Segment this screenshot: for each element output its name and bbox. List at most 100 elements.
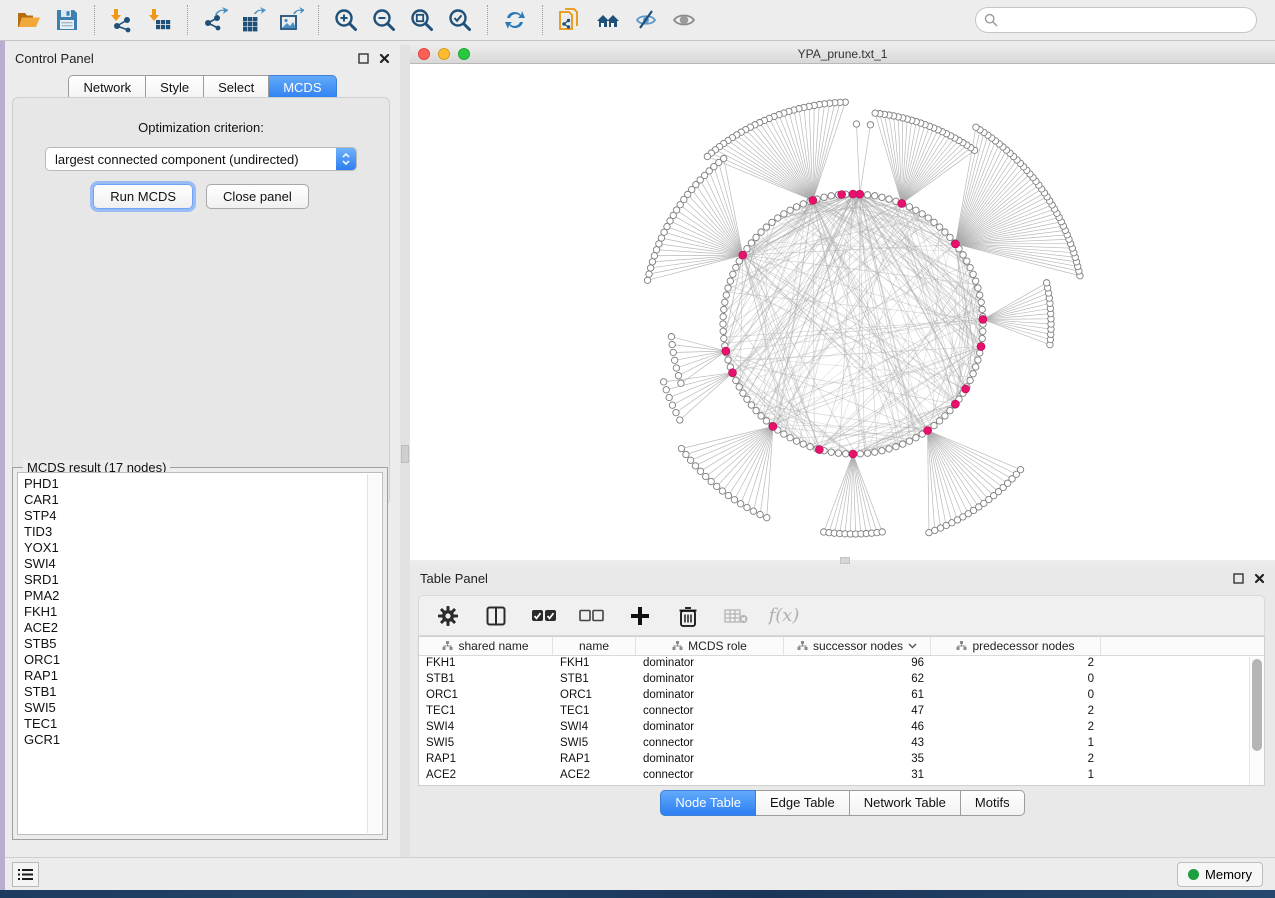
select-stepper-icon bbox=[336, 148, 356, 170]
mcds-result-list[interactable]: PHD1CAR1STP4TID3YOX1SWI4SRD1PMA2FKH1ACE2… bbox=[17, 472, 383, 835]
table-cell: connector bbox=[636, 784, 784, 786]
share-document-button[interactable] bbox=[551, 3, 589, 37]
toolbar-separator bbox=[542, 5, 543, 35]
toolbar-separator bbox=[318, 5, 319, 35]
save-session-button[interactable] bbox=[48, 3, 86, 37]
table-row[interactable]: SWI5SWI5connector431 bbox=[419, 736, 1264, 752]
delete-table-button[interactable] bbox=[721, 601, 751, 631]
column-header-predecessor-nodes[interactable]: predecessor nodes bbox=[931, 637, 1101, 655]
export-image-button[interactable] bbox=[272, 3, 310, 37]
minimize-window-button[interactable] bbox=[438, 48, 450, 60]
search-input[interactable] bbox=[975, 7, 1257, 33]
mcds-result-item[interactable]: STB1 bbox=[24, 684, 382, 700]
splitter-grip[interactable] bbox=[840, 557, 850, 564]
tab-motifs[interactable]: Motifs bbox=[961, 790, 1025, 816]
hide-graphics-details-button[interactable] bbox=[627, 3, 665, 37]
result-scrollbar[interactable] bbox=[367, 474, 381, 833]
home-networks-button[interactable] bbox=[589, 3, 627, 37]
tab-edge-table[interactable]: Edge Table bbox=[756, 790, 850, 816]
mcds-result-item[interactable]: PHD1 bbox=[24, 476, 382, 492]
mcds-result-item[interactable]: STB5 bbox=[24, 636, 382, 652]
close-panel-icon[interactable] bbox=[1254, 573, 1265, 584]
zoom-selected-button[interactable] bbox=[441, 3, 479, 37]
task-history-button[interactable] bbox=[12, 862, 39, 887]
vertical-splitter[interactable] bbox=[400, 45, 410, 858]
table-cell: 2 bbox=[931, 720, 1101, 736]
mcds-result-item[interactable]: RAP1 bbox=[24, 668, 382, 684]
status-bar: Memory bbox=[0, 857, 1275, 890]
tab-node-table[interactable]: Node Table bbox=[660, 790, 756, 816]
mcds-result-item[interactable]: TID3 bbox=[24, 524, 382, 540]
table-row[interactable]: FKH1FKH1dominator962 bbox=[419, 656, 1264, 672]
table-row[interactable]: STB1STB1dominator620 bbox=[419, 672, 1264, 688]
table-panel-title: Table Panel bbox=[420, 571, 488, 586]
import-network-button[interactable] bbox=[103, 3, 141, 37]
mcds-result-item[interactable]: GCR1 bbox=[24, 732, 382, 748]
plus-icon bbox=[630, 606, 650, 626]
column-header-successor-nodes[interactable]: successor nodes bbox=[784, 637, 931, 655]
float-panel-icon[interactable] bbox=[1233, 573, 1244, 584]
main-toolbar bbox=[0, 0, 1275, 41]
network-titlebar[interactable]: YPA_prune.txt_1 bbox=[410, 45, 1275, 64]
export-image-icon bbox=[278, 7, 304, 33]
apply-function-button[interactable]: f(x) bbox=[769, 601, 799, 631]
mcds-result-item[interactable]: YOX1 bbox=[24, 540, 382, 556]
table-cell: 1 bbox=[931, 736, 1101, 752]
delete-column-button[interactable] bbox=[673, 601, 703, 631]
table-row[interactable]: ACE2ACE2connector311 bbox=[419, 768, 1264, 784]
toolbar-separator bbox=[94, 5, 95, 35]
export-table-button[interactable] bbox=[234, 3, 272, 37]
run-mcds-button[interactable]: Run MCDS bbox=[93, 184, 193, 209]
refresh-button[interactable] bbox=[496, 3, 534, 37]
table-row[interactable]: SWI4SWI4dominator462 bbox=[419, 720, 1264, 736]
hide-details-icon bbox=[633, 7, 659, 33]
column-header-mcds-role[interactable]: MCDS role bbox=[636, 637, 784, 655]
mcds-result-item[interactable]: SRD1 bbox=[24, 572, 382, 588]
table-row[interactable]: ORC1ORC1dominator610 bbox=[419, 688, 1264, 704]
split-view-button[interactable] bbox=[481, 601, 511, 631]
mcds-result-item[interactable]: CAR1 bbox=[24, 492, 382, 508]
column-header-shared-name[interactable]: shared name bbox=[419, 637, 553, 655]
table-row[interactable]: YOX1YOX1connector291 bbox=[419, 784, 1264, 786]
close-panel-icon[interactable] bbox=[379, 53, 390, 64]
network-canvas[interactable] bbox=[410, 64, 1275, 560]
mcds-result-item[interactable]: ACE2 bbox=[24, 620, 382, 636]
import-table-button[interactable] bbox=[141, 3, 179, 37]
zoom-out-button[interactable] bbox=[365, 3, 403, 37]
column-settings-button[interactable] bbox=[433, 601, 463, 631]
mcds-result-item[interactable]: PMA2 bbox=[24, 588, 382, 604]
deselect-all-button[interactable] bbox=[577, 601, 607, 631]
table-scrollbar-thumb[interactable] bbox=[1252, 659, 1262, 751]
zoom-out-icon bbox=[371, 7, 397, 33]
memory-button[interactable]: Memory bbox=[1177, 862, 1263, 887]
mcds-result-item[interactable]: FKH1 bbox=[24, 604, 382, 620]
close-window-button[interactable] bbox=[418, 48, 430, 60]
open-session-button[interactable] bbox=[10, 3, 48, 37]
mcds-result-item[interactable]: TEC1 bbox=[24, 716, 382, 732]
table-cell: 1 bbox=[931, 784, 1101, 786]
maximize-window-button[interactable] bbox=[458, 48, 470, 60]
tab-network-table[interactable]: Network Table bbox=[850, 790, 961, 816]
mcds-result-item[interactable]: ORC1 bbox=[24, 652, 382, 668]
birdseye-view-button[interactable] bbox=[665, 3, 703, 37]
zoom-in-button[interactable] bbox=[327, 3, 365, 37]
close-panel-button[interactable]: Close panel bbox=[206, 184, 309, 209]
splitter-grip[interactable] bbox=[401, 445, 409, 463]
add-column-button[interactable] bbox=[625, 601, 655, 631]
table-scrollbar[interactable] bbox=[1249, 657, 1264, 785]
mcds-result-item[interactable]: STP4 bbox=[24, 508, 382, 524]
float-panel-icon[interactable] bbox=[358, 53, 369, 64]
criterion-select[interactable]: largest connected component (undirected) bbox=[45, 147, 357, 171]
column-header-name[interactable]: name bbox=[553, 637, 636, 655]
mcds-result-item[interactable]: SWI4 bbox=[24, 556, 382, 572]
eye-icon bbox=[671, 7, 697, 33]
table-cell: dominator bbox=[636, 688, 784, 704]
zoom-fit-button[interactable] bbox=[403, 3, 441, 37]
table-cell: ACE2 bbox=[419, 768, 553, 784]
export-network-button[interactable] bbox=[196, 3, 234, 37]
select-all-button[interactable] bbox=[529, 601, 559, 631]
mcds-result-item[interactable]: SWI5 bbox=[24, 700, 382, 716]
table-row[interactable]: RAP1RAP1dominator352 bbox=[419, 752, 1264, 768]
table-row[interactable]: TEC1TEC1connector472 bbox=[419, 704, 1264, 720]
table-cell: connector bbox=[636, 736, 784, 752]
